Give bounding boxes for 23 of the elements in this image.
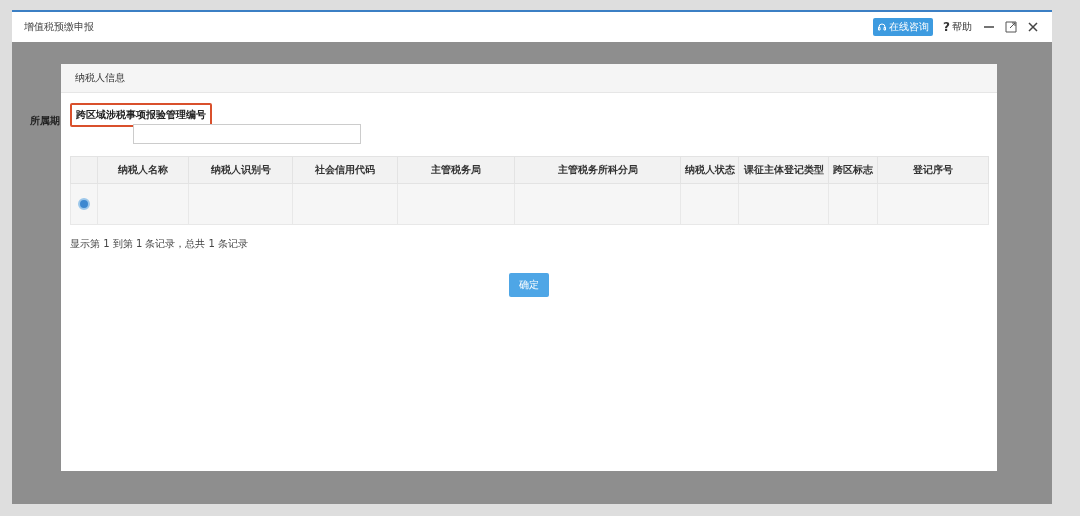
column-header: 纳税人识别号: [188, 156, 293, 184]
column-header: 主管税务所科分局: [514, 156, 681, 184]
help-button[interactable]: ? 帮助: [941, 20, 974, 34]
column-header: 社会信用代码: [292, 156, 398, 184]
dialog-title: 纳税人信息: [61, 64, 997, 93]
confirm-button[interactable]: 确定: [509, 273, 549, 297]
window-title: 增值税预缴申报: [24, 20, 95, 34]
input-field[interactable]: [133, 124, 361, 144]
column-header: 跨区标志: [828, 156, 878, 184]
column-header: 纳税人名称: [97, 156, 189, 184]
column-header: 主管税务局: [397, 156, 515, 184]
column-header: 登记序号: [877, 156, 989, 184]
table-cell: [828, 183, 878, 225]
headset-icon: [877, 22, 888, 32]
close-icon[interactable]: [1026, 20, 1040, 34]
pagination-text: 显示第 1 到第 1 条记录，总共 1 条记录: [70, 237, 250, 251]
maximize-icon[interactable]: [1004, 20, 1018, 34]
consult-button[interactable]: 在线咨询: [873, 18, 934, 36]
column-header: 纳税人状态: [680, 156, 739, 184]
table-cell: [680, 183, 739, 225]
column-header: 课征主体登记类型: [738, 156, 829, 184]
period-label: 所属期: [30, 114, 60, 128]
radio-button[interactable]: [78, 197, 90, 210]
